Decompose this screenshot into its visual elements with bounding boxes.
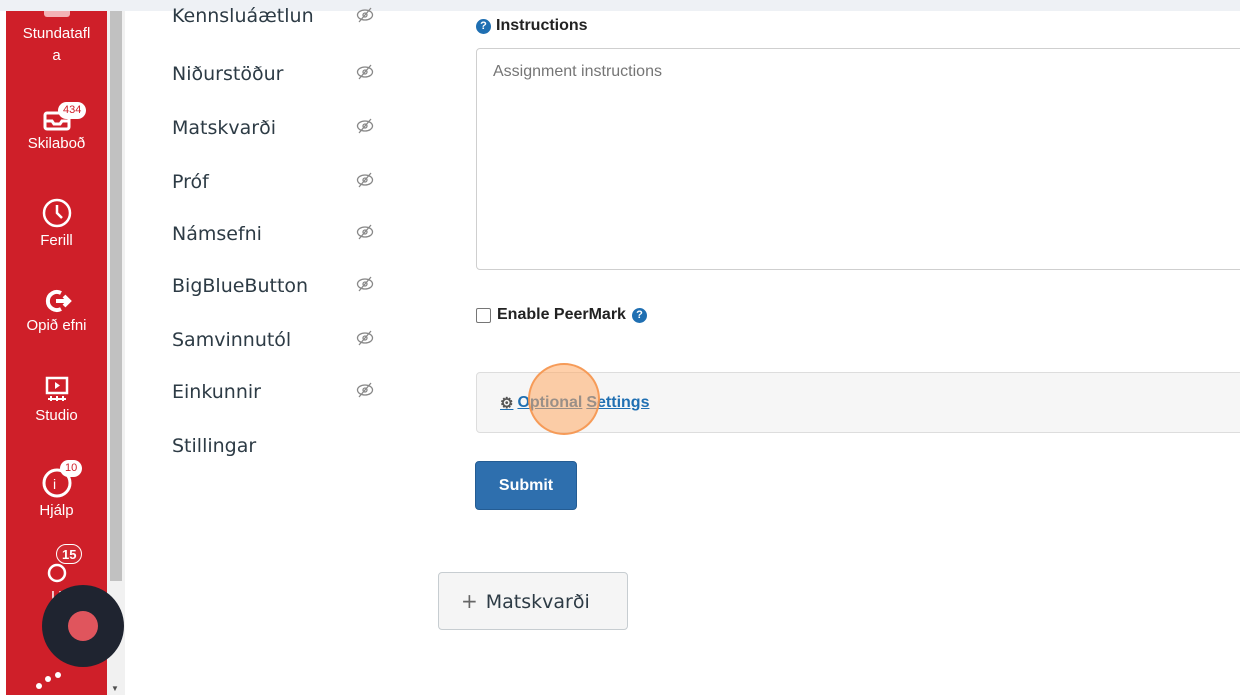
eye-slash-icon (356, 382, 374, 398)
loading-dots-icon (36, 672, 61, 689)
instructions-heading: ? Instructions (476, 17, 588, 35)
question-circle-icon[interactable]: ? (631, 307, 647, 323)
course-nav-label: Námsefni (172, 223, 262, 245)
nav-label-calendar-line1: Stundatafl (22, 25, 91, 42)
course-nav-item-outcomes[interactable]: Niðurstöður (172, 61, 402, 91)
peermark-label[interactable]: Enable PeerMark (497, 306, 626, 324)
user-badge: 15 (56, 544, 83, 564)
nav-item-history[interactable]: Ferill (6, 196, 107, 252)
nav-scroll-thumb[interactable] (110, 11, 122, 581)
nav-label-help: Hjálp (39, 502, 74, 519)
course-nav-item-settings[interactable]: Stillingar (172, 433, 402, 463)
eye-slash-icon (356, 224, 374, 240)
nav-label-history: Ferill (40, 232, 73, 249)
peermark-option: Enable PeerMark ? (476, 306, 647, 324)
course-nav-label: BigBlueButton (172, 275, 309, 297)
inbox-badge: 434 (58, 102, 87, 119)
course-nav-label: Próf (172, 171, 209, 193)
add-rubric-button[interactable]: + Matskvarði (438, 572, 628, 630)
plus-icon: + (461, 589, 478, 613)
nav-item-inbox[interactable]: 434 Skilaboð (6, 102, 107, 155)
studio-icon (45, 376, 68, 401)
course-nav-label: Kennsluáætlun (172, 5, 314, 27)
nav-top-tab (44, 11, 70, 17)
nav-label-studio: Studio (35, 407, 78, 424)
nav-label-commons: Opið efni (26, 317, 87, 334)
nav-item-help[interactable]: i 10 Hjálp (6, 460, 107, 522)
course-nav-label: Niðurstöður (172, 63, 284, 85)
submit-button[interactable]: Submit (475, 461, 577, 510)
instructions-label: Instructions (496, 17, 588, 34)
eye-slash-icon (356, 276, 374, 292)
eye-slash-icon (356, 64, 374, 80)
add-rubric-label: Matskvarði (485, 591, 590, 613)
eye-slash-icon (356, 7, 374, 23)
record-dot-icon (68, 611, 98, 641)
clock-icon (42, 198, 71, 228)
help-badge: 10 (60, 460, 83, 477)
instructions-textarea[interactable] (476, 48, 1240, 270)
eye-slash-icon (356, 118, 374, 134)
nav-label-calendar-line2: a (52, 47, 61, 64)
course-nav-label: Matskvarði (172, 117, 276, 139)
course-nav-item-bigbluebutton[interactable]: BigBlueButton (172, 273, 402, 303)
svg-text:i: i (53, 476, 56, 492)
record-button[interactable] (42, 585, 124, 667)
course-nav-item-modules[interactable]: Námsefni (172, 221, 402, 251)
scroll-down-arrow-icon[interactable]: ▼ (111, 684, 119, 693)
course-nav-item-syllabus[interactable]: Kennsluáætlun (172, 5, 402, 41)
nav-label-inbox: Skilaboð (27, 135, 86, 152)
course-nav-label: Samvinnutól (172, 329, 292, 351)
eye-slash-icon (356, 330, 374, 346)
question-circle-icon[interactable]: ? (476, 18, 491, 34)
peermark-checkbox[interactable] (476, 307, 491, 323)
course-nav-label: Stillingar (172, 435, 257, 457)
click-highlight (528, 363, 600, 435)
course-nav-label: Einkunnir (172, 381, 261, 403)
course-nav-item-grades[interactable]: Einkunnir (172, 379, 402, 409)
nav-item-calendar[interactable]: Stundatafl a (6, 23, 107, 67)
eye-slash-icon (356, 172, 374, 188)
nav-item-commons[interactable]: Opið efni (6, 287, 107, 337)
course-nav-item-collaborations[interactable]: Samvinnutól (172, 327, 402, 357)
nav-item-studio[interactable]: Studio (6, 375, 107, 427)
gear-icon: ⚙ (500, 395, 514, 412)
commons-icon (45, 290, 72, 312)
course-nav-item-rubrics[interactable]: Matskvarði (172, 115, 402, 145)
course-nav-item-quizzes[interactable]: Próf (172, 169, 402, 199)
